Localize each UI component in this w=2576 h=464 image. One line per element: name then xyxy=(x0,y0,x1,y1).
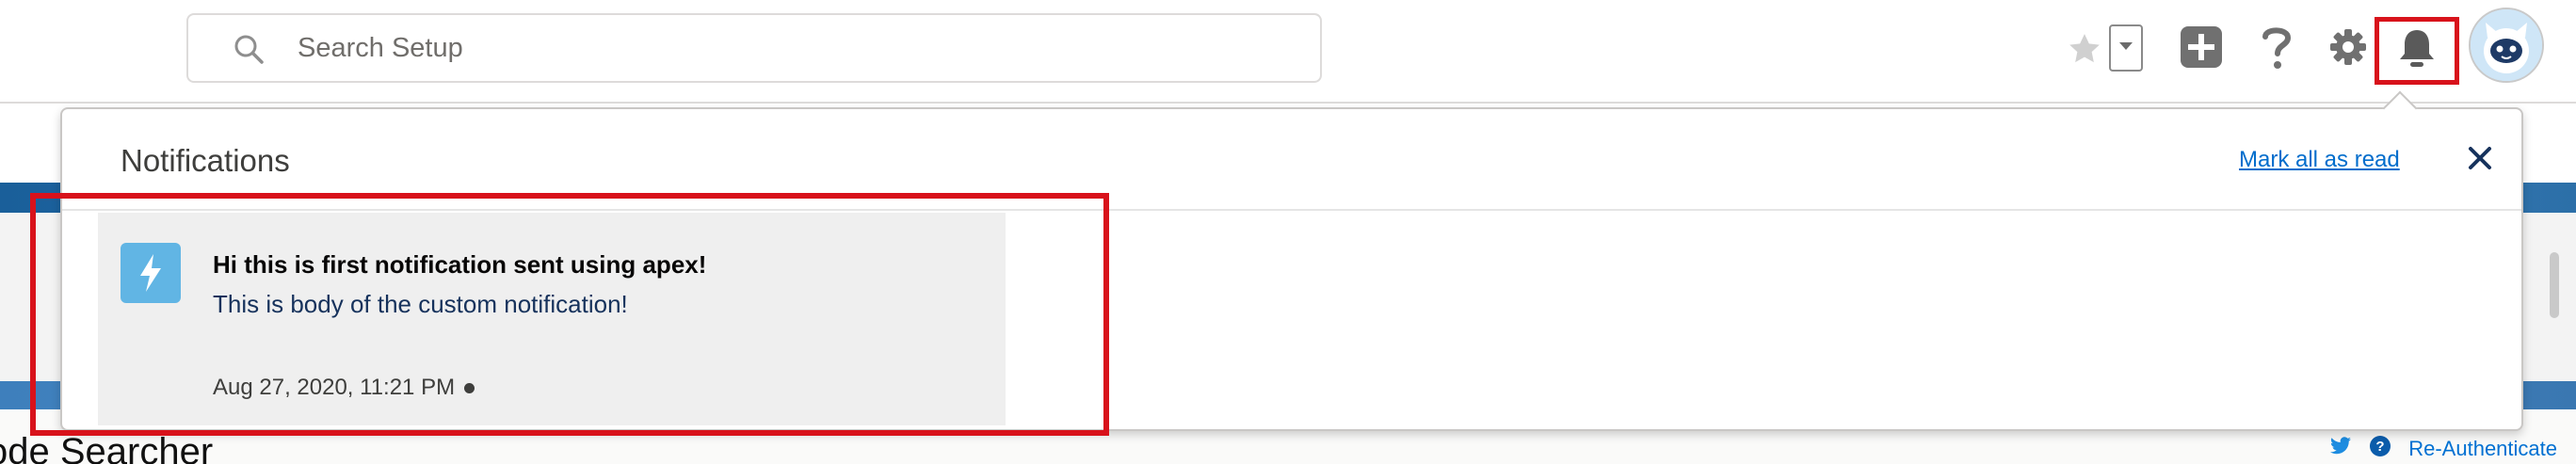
question-icon xyxy=(2258,24,2295,75)
favorites-menu-button[interactable] xyxy=(2109,24,2143,72)
scrollbar-thumb[interactable] xyxy=(2550,252,2559,318)
notification-item[interactable]: Hi this is first notification sent using… xyxy=(98,213,1006,425)
bell-icon xyxy=(2396,27,2438,75)
mark-all-read-link[interactable]: Mark all as read xyxy=(2239,147,2400,173)
search-icon xyxy=(232,32,266,66)
global-actions-button[interactable] xyxy=(2177,24,2226,73)
page-footer-links: ? Re-Authenticate xyxy=(2329,435,2557,462)
notifications-button[interactable] xyxy=(2375,17,2459,85)
close-icon xyxy=(2468,146,2492,175)
search-input[interactable] xyxy=(298,15,1296,81)
global-header xyxy=(0,0,2576,104)
help-button[interactable] xyxy=(2252,24,2301,73)
notifications-title: Notifications xyxy=(121,143,290,178)
svg-text:?: ? xyxy=(2376,439,2385,455)
plus-icon xyxy=(2180,25,2223,73)
notification-time-row: Aug 27, 2020, 11:21 PM xyxy=(213,375,475,401)
star-icon[interactable] xyxy=(2060,24,2109,73)
page-title: ode Searcher xyxy=(0,431,214,464)
notification-title: Hi this is first notification sent using… xyxy=(213,250,707,279)
notification-body: This is body of the custom notification! xyxy=(213,290,628,318)
panel-divider xyxy=(62,209,2521,211)
help-circle-icon[interactable]: ? xyxy=(2369,435,2391,462)
gear-icon xyxy=(2328,27,2368,72)
salesforce-setup-page: ode Searcher ? Re-Authenticate Search Se… xyxy=(0,0,2576,464)
astro-avatar-icon xyxy=(2471,9,2542,81)
twitter-icon[interactable] xyxy=(2329,436,2352,461)
search-box[interactable] xyxy=(186,13,1322,83)
re-authenticate-link[interactable]: Re-Authenticate xyxy=(2408,437,2557,461)
setup-button[interactable] xyxy=(2324,24,2373,73)
notification-timestamp: Aug 27, 2020, 11:21 PM xyxy=(213,375,456,400)
notifications-panel: Notifications Mark all as read Hi this i… xyxy=(60,107,2523,431)
close-panel-button[interactable] xyxy=(2461,141,2499,179)
lightning-bolt-icon xyxy=(121,243,181,303)
unread-indicator xyxy=(464,383,475,394)
chevron-down-icon xyxy=(2118,40,2133,56)
user-avatar[interactable] xyxy=(2469,8,2544,83)
